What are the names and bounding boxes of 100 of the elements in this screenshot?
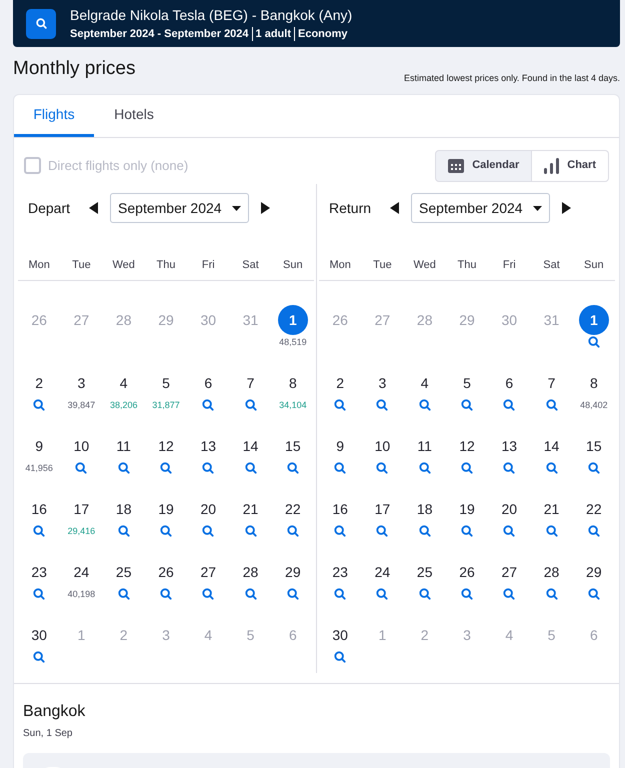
weekday-label: Tue [71,258,92,272]
month-select[interactable]: September 2024 [411,193,550,224]
calendar-day[interactable]: 2 [325,368,356,398]
search-icon [244,524,258,538]
caret-icon [232,206,241,211]
weekday-label: Fri [502,258,517,272]
calendar-day[interactable]: 16 [325,494,356,524]
tab[interactable]: Flights [14,95,94,137]
calendar-day[interactable]: 6 [494,368,524,398]
calendar-day[interactable]: 11 [410,431,440,461]
search-icon [333,650,348,664]
calendar-day[interactable]: 10 [367,431,398,461]
search-icon [460,398,474,412]
tab[interactable]: Hotels [94,95,174,137]
month-select[interactable]: September 2024 [110,193,249,224]
calendar-day[interactable]: 30 [24,620,54,650]
bar-chart-icon [544,158,560,174]
calendar-day[interactable]: 11 [108,431,139,461]
search-summary-bar[interactable]: Belgrade Nikola Tesla (BEG) - Bangkok (Any) September 2024 - September 2024 1 adult Economy [13,0,620,47]
calendar-day[interactable]: 25 [410,557,440,587]
trip-detail: 1 adult [252,26,294,40]
search-button[interactable] [26,8,56,38]
calendar-day[interactable]: 26 [452,557,482,587]
calendar-day[interactable]: 14 [536,431,567,461]
calendar-day[interactable]: 22 [278,494,308,524]
search-icon [460,587,474,601]
calendar-day[interactable]: 18 [108,494,139,524]
calendar-day[interactable]: 14 [236,431,266,461]
calendar-day[interactable]: 15 [578,431,609,461]
weekday-label: Thu [156,258,176,272]
calendar-day[interactable]: 30 [325,620,356,650]
weekday-label: Sun [282,258,304,272]
calendar-day[interactable]: 20 [494,494,524,524]
calendar-day[interactable]: 19 [150,494,181,524]
calendar-day[interactable]: 25 [108,557,139,587]
search-icon [32,398,46,412]
calendar-day[interactable]: 5 [150,368,181,398]
calendar-day[interactable]: 1 [278,305,308,335]
result-date: Sun, 1 Sep [23,727,74,741]
calendar-day[interactable]: 23 [325,557,356,587]
calendar-day[interactable]: 24 [66,557,96,587]
view-toggle[interactable]: Calendar [435,150,532,182]
result-city: Bangkok [23,702,86,722]
search-icon [244,398,258,412]
calendar-day[interactable]: 10 [66,431,96,461]
calendar-day[interactable]: 27 [494,557,524,587]
calendar-day[interactable]: 28 [236,557,266,587]
calendar-day[interactable]: 21 [236,494,266,524]
calendar-label: Return [329,198,372,218]
calendar-day[interactable]: 9 [24,431,54,461]
calendar-day[interactable]: 15 [278,431,308,461]
calendar-day[interactable]: 20 [193,494,224,524]
search-icon [158,587,173,601]
calendar-day[interactable]: 17 [66,494,96,524]
calendar-day[interactable]: 13 [193,431,224,461]
view-toggle[interactable]: Chart [532,150,609,182]
calendar-day[interactable]: 27 [193,557,224,587]
day-price: 34,104 [279,399,307,412]
calendar-day[interactable]: 1 [578,305,609,335]
calendar-day[interactable]: 9 [325,431,356,461]
calendar-day[interactable]: 7 [536,368,567,398]
calendar-day[interactable]: 12 [150,431,181,461]
weekday-label: Tue [372,258,393,272]
calendar-day[interactable]: 6 [193,368,224,398]
calendar-day[interactable]: 4 [108,368,139,398]
calendar-day[interactable]: 18 [410,494,440,524]
weekday-label: Mon [27,258,51,272]
calendar-day[interactable]: 13 [494,431,524,461]
calendar-day[interactable]: 24 [367,557,398,587]
calendar-day[interactable]: 5 [452,368,482,398]
calendar-day[interactable]: 23 [24,557,54,587]
calendar-day[interactable]: 2 [24,368,54,398]
search-icon [286,461,300,475]
calendar-day[interactable]: 21 [536,494,567,524]
search-icon [32,650,46,664]
weekday-label: Sat [241,258,260,272]
calendar-label: Depart [28,198,70,218]
calendar-day[interactable]: 3 [367,368,398,398]
calendar-day[interactable]: 12 [452,431,482,461]
calendar-day[interactable]: 28 [536,557,567,587]
calendar-day[interactable]: 16 [24,494,54,524]
calendar-day[interactable]: 8 [278,368,308,398]
calendar-day[interactable]: 4 [410,368,440,398]
calendar-day[interactable]: 8 [578,368,609,398]
calendar-day[interactable]: 7 [236,368,266,398]
calendar-day[interactable]: 3 [66,368,96,398]
weekday-label: Mon [328,258,352,272]
search-icon [333,524,348,538]
search-icon [158,524,173,538]
calendar-day[interactable]: 19 [452,494,482,524]
calendar-day[interactable]: 29 [578,557,609,587]
calendar-day[interactable]: 29 [278,557,308,587]
search-icon [502,524,516,538]
day-price: 48,519 [279,336,307,349]
weekday-label: Wed [412,258,437,272]
calendar-day[interactable]: 26 [150,557,181,587]
calendar-day[interactable]: 22 [578,494,609,524]
search-icon [460,461,474,475]
calendar-day[interactable]: 17 [367,494,398,524]
weekday-label: Wed [111,258,136,272]
